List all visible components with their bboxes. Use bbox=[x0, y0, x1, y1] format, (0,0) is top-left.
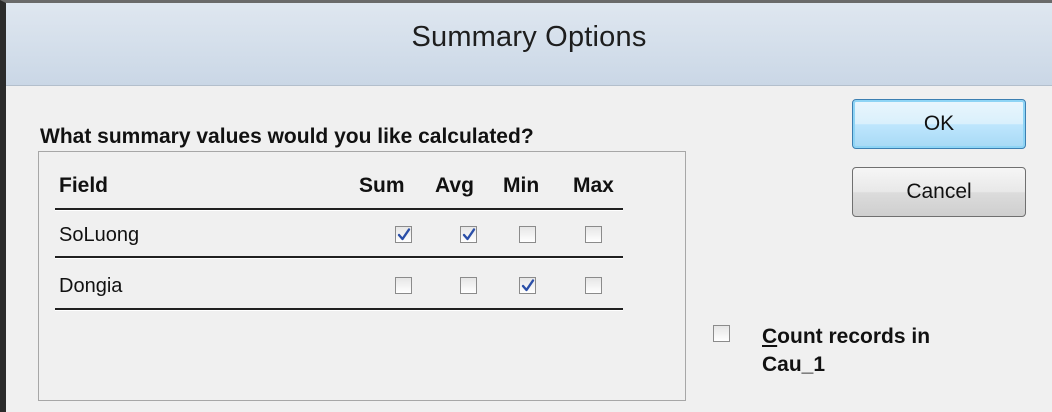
count-records-checkbox[interactable] bbox=[713, 325, 730, 342]
ok-button[interactable]: OK bbox=[852, 99, 1026, 149]
dongia-min-checkbox[interactable] bbox=[519, 277, 536, 294]
dialog-titlebar[interactable]: Summary Options bbox=[6, 3, 1052, 86]
soluong-min-checkbox[interactable] bbox=[519, 226, 536, 243]
checkmark-icon bbox=[397, 228, 411, 241]
checkmark-icon bbox=[462, 228, 476, 241]
dialog-title: Summary Options bbox=[411, 21, 647, 53]
header-min: Min bbox=[503, 174, 540, 197]
count-records-table-name: Cau_1 bbox=[762, 353, 826, 376]
dongia-avg-checkbox[interactable] bbox=[460, 277, 477, 294]
row-separator bbox=[55, 308, 623, 311]
summary-options-dialog: Summary Options What summary values woul… bbox=[0, 0, 1052, 412]
header-sum: Sum bbox=[359, 174, 405, 197]
row-field-label-dongia: Dongia bbox=[59, 275, 123, 297]
dongia-max-checkbox[interactable] bbox=[585, 277, 602, 294]
cancel-button[interactable]: Cancel bbox=[852, 167, 1026, 217]
header-field: Field bbox=[59, 174, 109, 197]
soluong-max-checkbox[interactable] bbox=[585, 226, 602, 243]
dongia-sum-checkbox[interactable] bbox=[395, 277, 412, 294]
header-max: Max bbox=[573, 174, 614, 197]
header-separator bbox=[55, 208, 623, 211]
count-records-label-text: ount records in bbox=[777, 325, 931, 348]
checkmark-icon bbox=[521, 279, 535, 292]
header-avg: Avg bbox=[435, 174, 474, 197]
summary-prompt: What summary values would you like calcu… bbox=[40, 125, 534, 148]
count-records-label[interactable]: Count records in Cau_1 bbox=[762, 323, 992, 379]
soluong-avg-checkbox[interactable] bbox=[460, 226, 477, 243]
count-records-mnemonic: C bbox=[762, 325, 778, 348]
row-separator bbox=[55, 256, 623, 259]
row-field-label-soluong: SoLuong bbox=[59, 224, 140, 246]
summary-fields-group: Field Sum Avg Min Max SoLuong Dongia bbox=[38, 151, 686, 401]
soluong-sum-checkbox[interactable] bbox=[395, 226, 412, 243]
